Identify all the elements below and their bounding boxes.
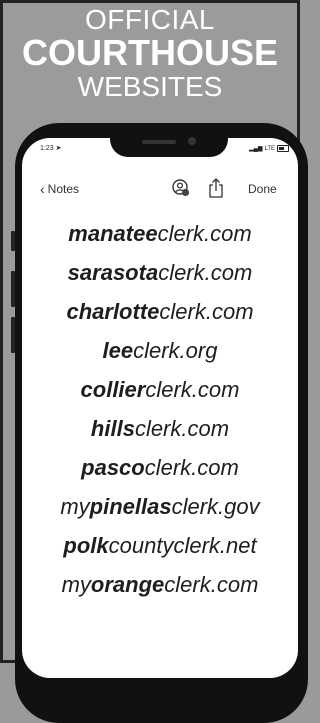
signal-icon: ▂▄▆ <box>249 146 263 152</box>
note-line: leeclerk.org <box>102 338 218 363</box>
notes-toolbar: ‹ Notes Done <box>40 178 278 198</box>
note-line: pascoclerk.com <box>81 455 239 480</box>
note-line: sarasotaclerk.com <box>67 260 253 285</box>
note-line: manateeclerk.com <box>68 221 252 246</box>
done-button[interactable]: Done <box>248 182 277 196</box>
note-line: myorangeclerk.com <box>61 572 259 597</box>
status-indicators: ▂▄▆ LTE <box>249 145 290 152</box>
title-line-official: OFFICIAL <box>84 4 215 35</box>
note-line: polkcountyclerk.net <box>63 533 257 558</box>
share-icon[interactable] <box>208 178 224 198</box>
note-line: hillsclerk.com <box>90 416 230 441</box>
network-label: LTE <box>264 145 276 152</box>
speaker-grille <box>142 140 176 144</box>
status-time: 1:23 ➤ <box>40 144 61 152</box>
location-arrow-icon: ➤ <box>55 145 62 152</box>
battery-icon <box>277 145 290 152</box>
note-line: charlotteclerk.com <box>66 299 254 324</box>
note-line: mypinellasclerk.gov <box>60 494 260 519</box>
title-line-websites: WEBSITES <box>77 71 223 102</box>
status-time-text: 1:23 <box>40 145 54 152</box>
phone-volume-down-button <box>11 317 15 353</box>
phone-notch <box>110 124 228 157</box>
back-button[interactable]: ‹ Notes <box>40 182 79 196</box>
phone-side-button <box>11 231 15 251</box>
poster-title: OFFICIAL COURTHOUSE WEBSITES <box>0 6 300 101</box>
chevron-left-icon: ‹ <box>40 181 45 197</box>
note-body[interactable]: manateeclerk.com sarasotaclerk.com charl… <box>30 214 290 604</box>
front-camera <box>188 137 196 145</box>
phone-volume-up-button <box>11 271 15 307</box>
title-line-courthouse: COURTHOUSE <box>21 32 278 73</box>
back-button-label: Notes <box>47 182 80 196</box>
add-person-icon[interactable] <box>172 179 190 197</box>
note-line: collierclerk.com <box>80 377 240 402</box>
